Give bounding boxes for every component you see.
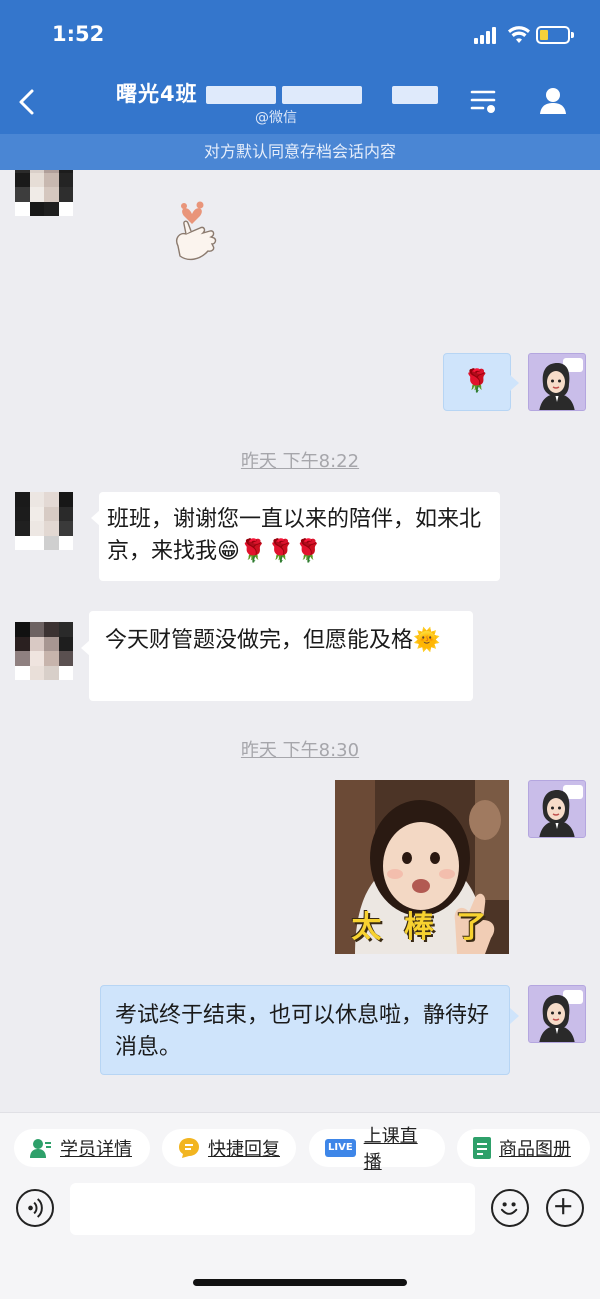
message-timestamp: 昨天 下午8:22 xyxy=(240,451,360,472)
quick-action-label: 学员详情 xyxy=(60,1139,132,1160)
back-button[interactable] xyxy=(14,86,42,118)
status-time: 1:52 xyxy=(52,22,105,46)
my-avatar[interactable] xyxy=(528,780,586,838)
message-text: 班班，谢谢您一直以来的陪伴，如来北京，来找我😁🌹🌹🌹 xyxy=(107,507,482,564)
bubble-tail xyxy=(510,375,519,391)
message-input[interactable] xyxy=(70,1183,475,1235)
battery-icon xyxy=(536,26,574,44)
user-profile-button[interactable] xyxy=(538,86,568,116)
quick-action-label: 商品图册 xyxy=(499,1139,571,1160)
avatar-cartoon-icon xyxy=(539,785,583,837)
quick-action-live-class[interactable]: LIVE 上课直播 xyxy=(309,1126,445,1173)
student-info-icon xyxy=(30,1139,51,1158)
quick-action-student-info[interactable]: 学员详情 xyxy=(14,1129,150,1167)
my-avatar[interactable] xyxy=(528,353,586,411)
list-settings-button[interactable] xyxy=(470,86,498,116)
more-plus-button[interactable] xyxy=(546,1189,584,1227)
message-bubble-out[interactable]: 🌹 xyxy=(443,353,511,411)
quick-action-label: 上课直播 xyxy=(363,1126,418,1173)
contact-avatar[interactable] xyxy=(15,622,73,680)
archive-notice: 对方默认同意存档会话内容 xyxy=(0,134,600,170)
chat-message-list[interactable]: 🌹 昨天 下午8:22 班班，谢谢您一直以来的陪伴，如来北京，来找我😁🌹🌹🌹 今… xyxy=(0,170,600,1112)
redacted-title-block xyxy=(206,86,276,104)
wifi-icon xyxy=(508,26,530,43)
message-text: 今天财管题没做完，但愿能及格🌞 xyxy=(105,628,441,653)
quick-action-quick-reply[interactable]: 快捷回复 xyxy=(162,1129,296,1167)
top-header: 1:52 曙光4班 @微信 xyxy=(0,0,600,134)
redacted-title-block xyxy=(282,86,362,104)
live-icon: LIVE xyxy=(325,1139,356,1157)
contact-avatar[interactable] xyxy=(15,170,73,216)
cellular-signal-icon xyxy=(474,26,500,44)
message-bubble-in[interactable]: 班班，谢谢您一直以来的陪伴，如来北京，来找我😁🌹🌹🌹 xyxy=(99,492,500,581)
voice-input-button[interactable] xyxy=(16,1189,54,1227)
avatar-cartoon-icon xyxy=(539,990,583,1042)
avatar-cartoon-icon xyxy=(539,358,583,410)
emoji-button[interactable] xyxy=(491,1189,529,1227)
chat-subtitle: @微信 xyxy=(255,110,297,126)
bubble-tail xyxy=(510,1008,519,1024)
quick-action-catalog[interactable]: 商品图册 xyxy=(457,1129,590,1167)
contact-avatar[interactable] xyxy=(15,492,73,550)
message-bubble-out[interactable]: 考试终于结束，也可以休息啦，静待好消息。 xyxy=(100,985,510,1075)
message-text: 考试终于结束，也可以休息啦，静待好消息。 xyxy=(115,1003,490,1060)
quick-action-label: 快捷回复 xyxy=(208,1139,280,1160)
redacted-title-block xyxy=(392,86,438,104)
finger-heart-icon[interactable] xyxy=(170,200,222,266)
message-timestamp: 昨天 下午8:30 xyxy=(240,740,360,761)
sticker-caption: 太 棒 了 xyxy=(351,910,493,945)
catalog-icon xyxy=(473,1137,491,1159)
message-bubble-in[interactable]: 今天财管题没做完，但愿能及格🌞 xyxy=(89,611,473,701)
sticker-image[interactable]: 太 棒 了 xyxy=(335,780,509,954)
rose-emoji: 🌹 xyxy=(463,369,491,394)
my-avatar[interactable] xyxy=(528,985,586,1043)
home-indicator xyxy=(193,1279,407,1286)
chat-title: 曙光4班 xyxy=(116,82,198,106)
quick-reply-icon xyxy=(179,1138,199,1158)
